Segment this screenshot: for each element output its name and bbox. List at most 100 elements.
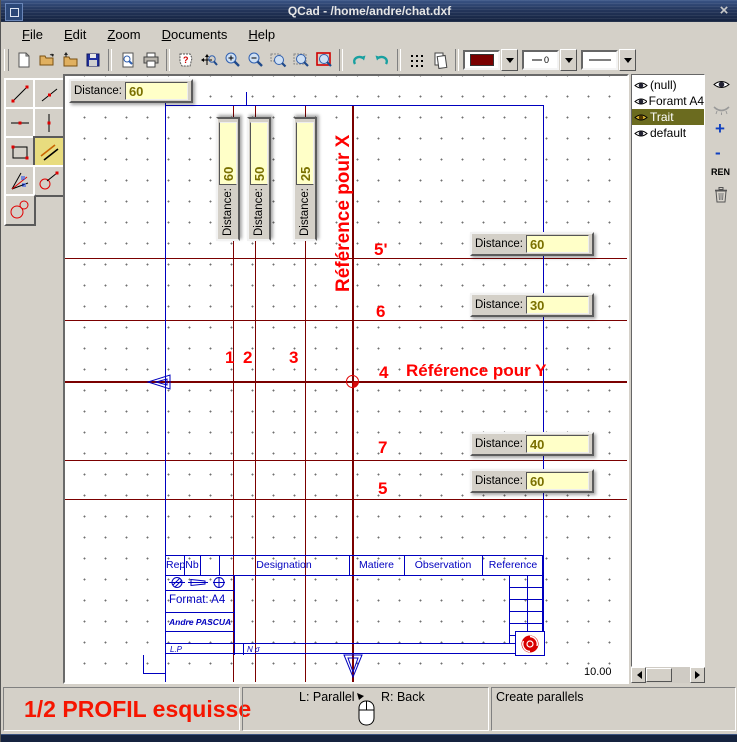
tool-circles[interactable] xyxy=(4,194,36,226)
layer-name: Trait xyxy=(650,110,674,124)
layer-list[interactable]: (null) Foramt A4 Trait default xyxy=(631,74,705,667)
remove-layer-button[interactable]: - xyxy=(715,146,721,160)
layer-row-null[interactable]: (null) xyxy=(632,77,704,93)
chevron-down-icon[interactable] xyxy=(619,49,636,71)
redo-button[interactable] xyxy=(370,48,393,72)
point-label-5: 5 xyxy=(378,479,387,499)
open-directory-button[interactable] xyxy=(58,48,81,72)
new-file-button[interactable] xyxy=(12,48,35,72)
main-toolbar: ? 0 xyxy=(1,46,737,75)
rename-layer-button[interactable]: REN xyxy=(711,167,730,177)
layer-row-format[interactable]: Foramt A4 xyxy=(632,93,704,109)
print-preview-button[interactable] xyxy=(116,48,139,72)
titleblock-header-observation: Observation xyxy=(404,559,482,571)
svg-text:?: ? xyxy=(183,55,189,65)
close-button[interactable]: × xyxy=(714,0,734,22)
trash-icon xyxy=(713,186,729,204)
window-menu-icon[interactable] xyxy=(5,3,23,21)
toolbar-separator xyxy=(108,49,112,71)
chevron-down-icon[interactable] xyxy=(501,49,518,71)
menu-edit[interactable]: Edit xyxy=(64,27,86,42)
eye-icon[interactable] xyxy=(634,112,648,123)
titleblock-author: Andre PASCUAL xyxy=(169,617,231,627)
width-value: 0 xyxy=(544,55,549,65)
reference-x-label: Référence pour X xyxy=(333,110,357,292)
tool-parallel[interactable] xyxy=(33,136,65,168)
distance-label: Distance: xyxy=(475,438,523,450)
tool-rectangle[interactable] xyxy=(4,136,36,168)
status-bar: 1/2 PROFIL esquisse L: Parallel R: Back … xyxy=(1,684,737,734)
menu-documents[interactable]: Documents xyxy=(162,27,228,42)
point-label-7: 7 xyxy=(378,438,387,458)
distance-input[interactable] xyxy=(125,82,188,100)
zoom-in-button[interactable] xyxy=(220,48,243,72)
down-arrow-marker xyxy=(342,653,364,679)
menu-help[interactable]: Help xyxy=(248,27,275,42)
add-layer-button[interactable]: + xyxy=(715,122,725,136)
distance-input[interactable] xyxy=(526,235,589,253)
tool-bisector[interactable] xyxy=(4,165,36,197)
distance-input[interactable] xyxy=(526,435,589,453)
layer-name: (null) xyxy=(650,78,677,92)
zoom-auto-button[interactable] xyxy=(289,48,312,72)
scroll-right-button[interactable] xyxy=(690,667,705,683)
layer-row-trait[interactable]: Trait xyxy=(632,109,704,125)
distance-box-right-4: Distance: xyxy=(470,469,594,493)
tool-circle-tangent[interactable] xyxy=(33,165,65,197)
point-label-1: 1 xyxy=(225,348,234,368)
eye-icon[interactable] xyxy=(634,96,647,107)
delete-layer-button[interactable] xyxy=(713,186,729,204)
distance-input[interactable] xyxy=(526,472,589,490)
distance-input[interactable] xyxy=(526,296,589,314)
eye-icon[interactable] xyxy=(634,128,648,139)
distance-input[interactable] xyxy=(250,122,268,185)
eye-icon[interactable] xyxy=(634,80,648,91)
linestyle-sample-icon xyxy=(589,58,611,62)
toolbar-handle[interactable] xyxy=(4,49,9,71)
titleblock-header-rep: Rep xyxy=(166,559,184,571)
tool-line-angle[interactable] xyxy=(33,78,65,110)
scrollbar-thumb[interactable] xyxy=(646,668,672,682)
zoom-out-button[interactable] xyxy=(243,48,266,72)
title-bar[interactable]: QCad - /home/andre/chat.dxf × xyxy=(1,0,737,22)
grid-toggle-button[interactable] xyxy=(405,48,428,72)
menu-zoom[interactable]: Zoom xyxy=(107,27,140,42)
main-area: Référence pour X 1 2 3 5' 6 4 Référence … xyxy=(1,74,737,684)
pan-zoom-icon xyxy=(200,51,218,69)
grid-icon xyxy=(408,51,426,69)
undo-button[interactable] xyxy=(347,48,370,72)
distance-input[interactable] xyxy=(296,122,314,185)
print-button[interactable] xyxy=(139,48,162,72)
save-file-button[interactable] xyxy=(81,48,104,72)
linestyle-dropdown[interactable] xyxy=(581,49,636,71)
zoom-in-icon xyxy=(223,51,241,69)
layer-show-button[interactable] xyxy=(713,78,730,91)
distance-box-vertical-1: Distance: xyxy=(216,117,240,241)
zoom-window-button[interactable] xyxy=(266,48,289,72)
tool-line-vertical[interactable] xyxy=(33,107,65,139)
construction-line-6 xyxy=(65,320,629,321)
pan-zoom-button[interactable] xyxy=(197,48,220,72)
clipboard-button[interactable] xyxy=(428,48,451,72)
layer-hide-button[interactable] xyxy=(713,102,730,115)
distance-input[interactable] xyxy=(219,122,237,185)
logo-icon xyxy=(520,634,540,654)
zoom-previous-button[interactable] xyxy=(312,48,335,72)
drawing-canvas[interactable]: Référence pour X 1 2 3 5' 6 4 Référence … xyxy=(63,74,629,684)
color-dropdown[interactable] xyxy=(463,49,518,71)
layer-list-scrollbar[interactable] xyxy=(631,667,705,683)
toolbar-separator xyxy=(166,49,170,71)
redraw-button[interactable]: ? xyxy=(174,48,197,72)
menu-file[interactable]: File xyxy=(22,27,43,42)
scroll-left-button[interactable] xyxy=(631,667,646,683)
drawing-note: 1/2 PROFIL esquisse xyxy=(24,696,251,723)
open-file-button[interactable] xyxy=(35,48,58,72)
tool-line-two-points[interactable] xyxy=(4,78,36,110)
line-vertical-icon xyxy=(38,112,60,134)
width-dropdown[interactable]: 0 xyxy=(522,49,577,71)
titleblock-initials: L.P xyxy=(170,645,200,654)
tool-line-horizontal[interactable] xyxy=(4,107,36,139)
point-label-6: 6 xyxy=(376,302,385,322)
chevron-down-icon[interactable] xyxy=(560,49,577,71)
layer-row-default[interactable]: default xyxy=(632,125,704,141)
